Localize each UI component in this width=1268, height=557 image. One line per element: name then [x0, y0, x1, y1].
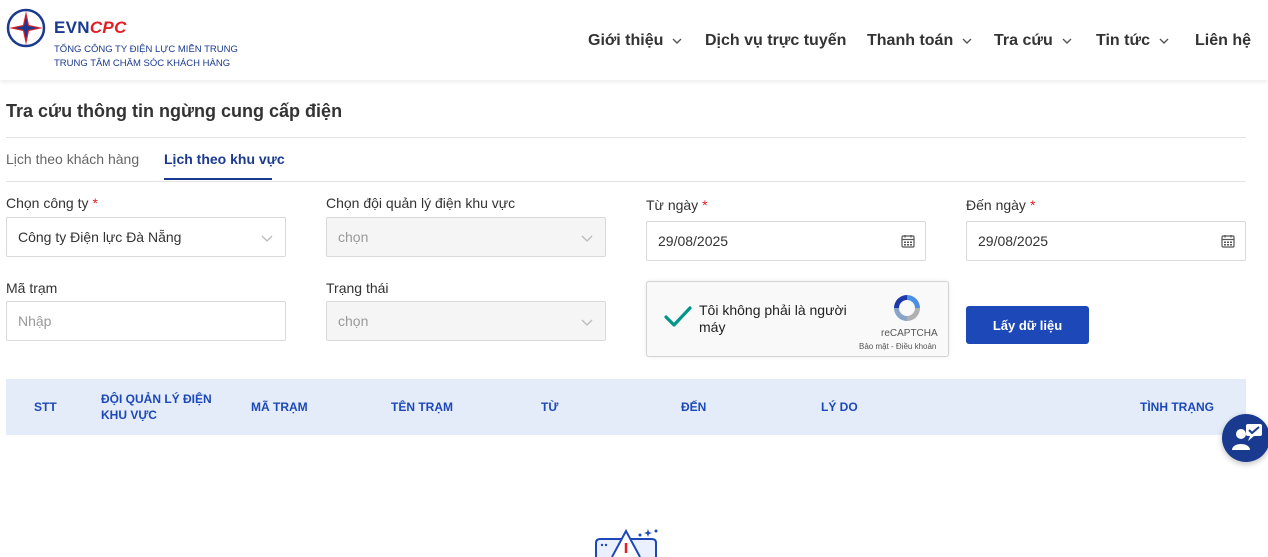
brand-cpc: CPC — [89, 18, 127, 37]
col-status: TÌNH TRẠNG — [1140, 400, 1214, 414]
company-select-value: Công ty Điện lực Đà Nẵng — [18, 229, 182, 245]
col-station-code: MÃ TRẠM — [251, 400, 308, 414]
evn-logo[interactable]: EVNCPC TỔNG CÔNG TY ĐIỆN LỰC MIỀN TRUNG … — [6, 8, 246, 72]
divider — [6, 137, 1246, 138]
from-date-label: Từ ngày * — [646, 197, 708, 213]
team-label: Chọn đội quản lý điện khu vực — [326, 195, 516, 211]
col-team-line2: KHU VỰC — [101, 408, 157, 422]
chat-support-button[interactable] — [1222, 414, 1268, 462]
to-date-value: 29/08/2025 — [978, 233, 1049, 249]
recaptcha-text: Tôi không phải là người máy — [699, 302, 847, 335]
to-date-label-text: Đến ngày — [966, 197, 1026, 213]
station-label: Mã trạm — [6, 280, 58, 296]
chat-support-icon — [1232, 424, 1262, 450]
table-header: STT ĐỘI QUẢN LÝ ĐIỆN KHU VỰC MÃ TRẠM TÊN… — [6, 379, 1246, 435]
get-data-button[interactable]: Lấy dữ liệu — [966, 306, 1089, 344]
nav-label: Giới thiệu — [588, 32, 664, 49]
active-tab-indicator — [164, 178, 272, 180]
col-team-line1: ĐỘI QUẢN LÝ ĐIỆN — [101, 392, 212, 406]
nav-gioi-thieu[interactable]: Giới thiệu — [588, 30, 683, 52]
nav-label: Tra cứu — [994, 32, 1053, 49]
nav-label: Tin tức — [1096, 32, 1150, 49]
tab-lich-theo-khach-hang[interactable]: Lịch theo khách hàng — [6, 151, 139, 167]
nav-label: Thanh toán — [867, 32, 954, 49]
nav-thanh-toan[interactable]: Thanh toán — [867, 30, 973, 52]
calendar-icon — [1221, 235, 1235, 248]
chevron-down-icon — [261, 235, 273, 242]
to-date-label: Đến ngày * — [966, 197, 1035, 213]
nav-label: Dịch vụ trực tuyến — [705, 32, 847, 49]
from-date-value: 29/08/2025 — [658, 233, 729, 249]
nav-tin-tuc[interactable]: Tin tức — [1096, 30, 1170, 52]
company-label-text: Chọn công ty — [6, 195, 89, 211]
brand-evn: EVN — [54, 18, 90, 37]
col-station-name: TÊN TRẠM — [391, 400, 453, 414]
calendar-icon — [901, 235, 915, 248]
company-select[interactable]: Công ty Điện lực Đà Nẵng — [6, 217, 286, 257]
evn-logo-icon — [6, 8, 46, 48]
recaptcha-check-icon[interactable] — [663, 304, 693, 330]
status-label: Trạng thái — [326, 280, 389, 296]
to-date-input[interactable]: 29/08/2025 — [966, 221, 1246, 261]
team-select-placeholder: chọn — [338, 229, 369, 245]
page-title: Tra cứu thông tin ngừng cung cấp điện — [6, 101, 343, 121]
divider — [6, 181, 1246, 182]
recaptcha-logo-icon — [894, 295, 920, 321]
required-mark: * — [92, 195, 98, 211]
col-stt: STT — [34, 400, 57, 414]
recaptcha-brand: reCAPTCHA — [881, 328, 938, 339]
empty-data-icon — [595, 528, 658, 557]
chevron-down-icon — [962, 38, 972, 44]
team-select[interactable]: chọn — [326, 217, 606, 257]
org-name: TỔNG CÔNG TY ĐIỆN LỰC MIỀN TRUNG — [54, 44, 238, 55]
brand-name: EVNCPC — [54, 18, 127, 38]
station-input-placeholder: Nhập — [18, 313, 52, 329]
status-select[interactable]: chọn — [326, 301, 606, 341]
tab-lich-theo-khu-vuc[interactable]: Lịch theo khu vực — [164, 151, 285, 167]
chevron-down-icon — [672, 38, 682, 44]
chevron-down-icon — [581, 319, 593, 326]
chevron-down-icon — [581, 235, 593, 242]
chevron-down-icon — [1159, 38, 1169, 44]
required-mark: * — [702, 197, 708, 213]
nav-label: Liên hệ — [1195, 32, 1252, 49]
site-header: EVNCPC TỔNG CÔNG TY ĐIỆN LỰC MIỀN TRUNG … — [0, 0, 1268, 80]
col-team: ĐỘI QUẢN LÝ ĐIỆN KHU VỰC — [101, 391, 212, 423]
recaptcha-terms-link[interactable]: Bảo mật - Điều khoản — [859, 342, 936, 351]
recaptcha-widget[interactable]: Tôi không phải là người máy reCAPTCHA Bả… — [646, 281, 949, 357]
from-date-label-text: Từ ngày — [646, 197, 699, 213]
required-mark: * — [1029, 197, 1036, 213]
chevron-down-icon — [1062, 38, 1072, 44]
nav-lien-he[interactable]: Liên hệ — [1195, 30, 1251, 52]
col-to: ĐẾN — [681, 400, 707, 414]
nav-dich-vu-truc-tuyen[interactable]: Dịch vụ trực tuyến — [705, 30, 846, 52]
org-subname: TRUNG TÂM CHĂM SÓC KHÁCH HÀNG — [54, 58, 231, 69]
col-reason: LÝ DO — [821, 400, 858, 414]
company-label: Chọn công ty * — [6, 195, 98, 211]
status-select-placeholder: chọn — [338, 313, 369, 329]
from-date-input[interactable]: 29/08/2025 — [646, 221, 926, 261]
nav-tra-cuu[interactable]: Tra cứu — [994, 30, 1073, 52]
col-from: TỪ — [541, 400, 559, 414]
station-input[interactable]: Nhập — [6, 301, 286, 341]
